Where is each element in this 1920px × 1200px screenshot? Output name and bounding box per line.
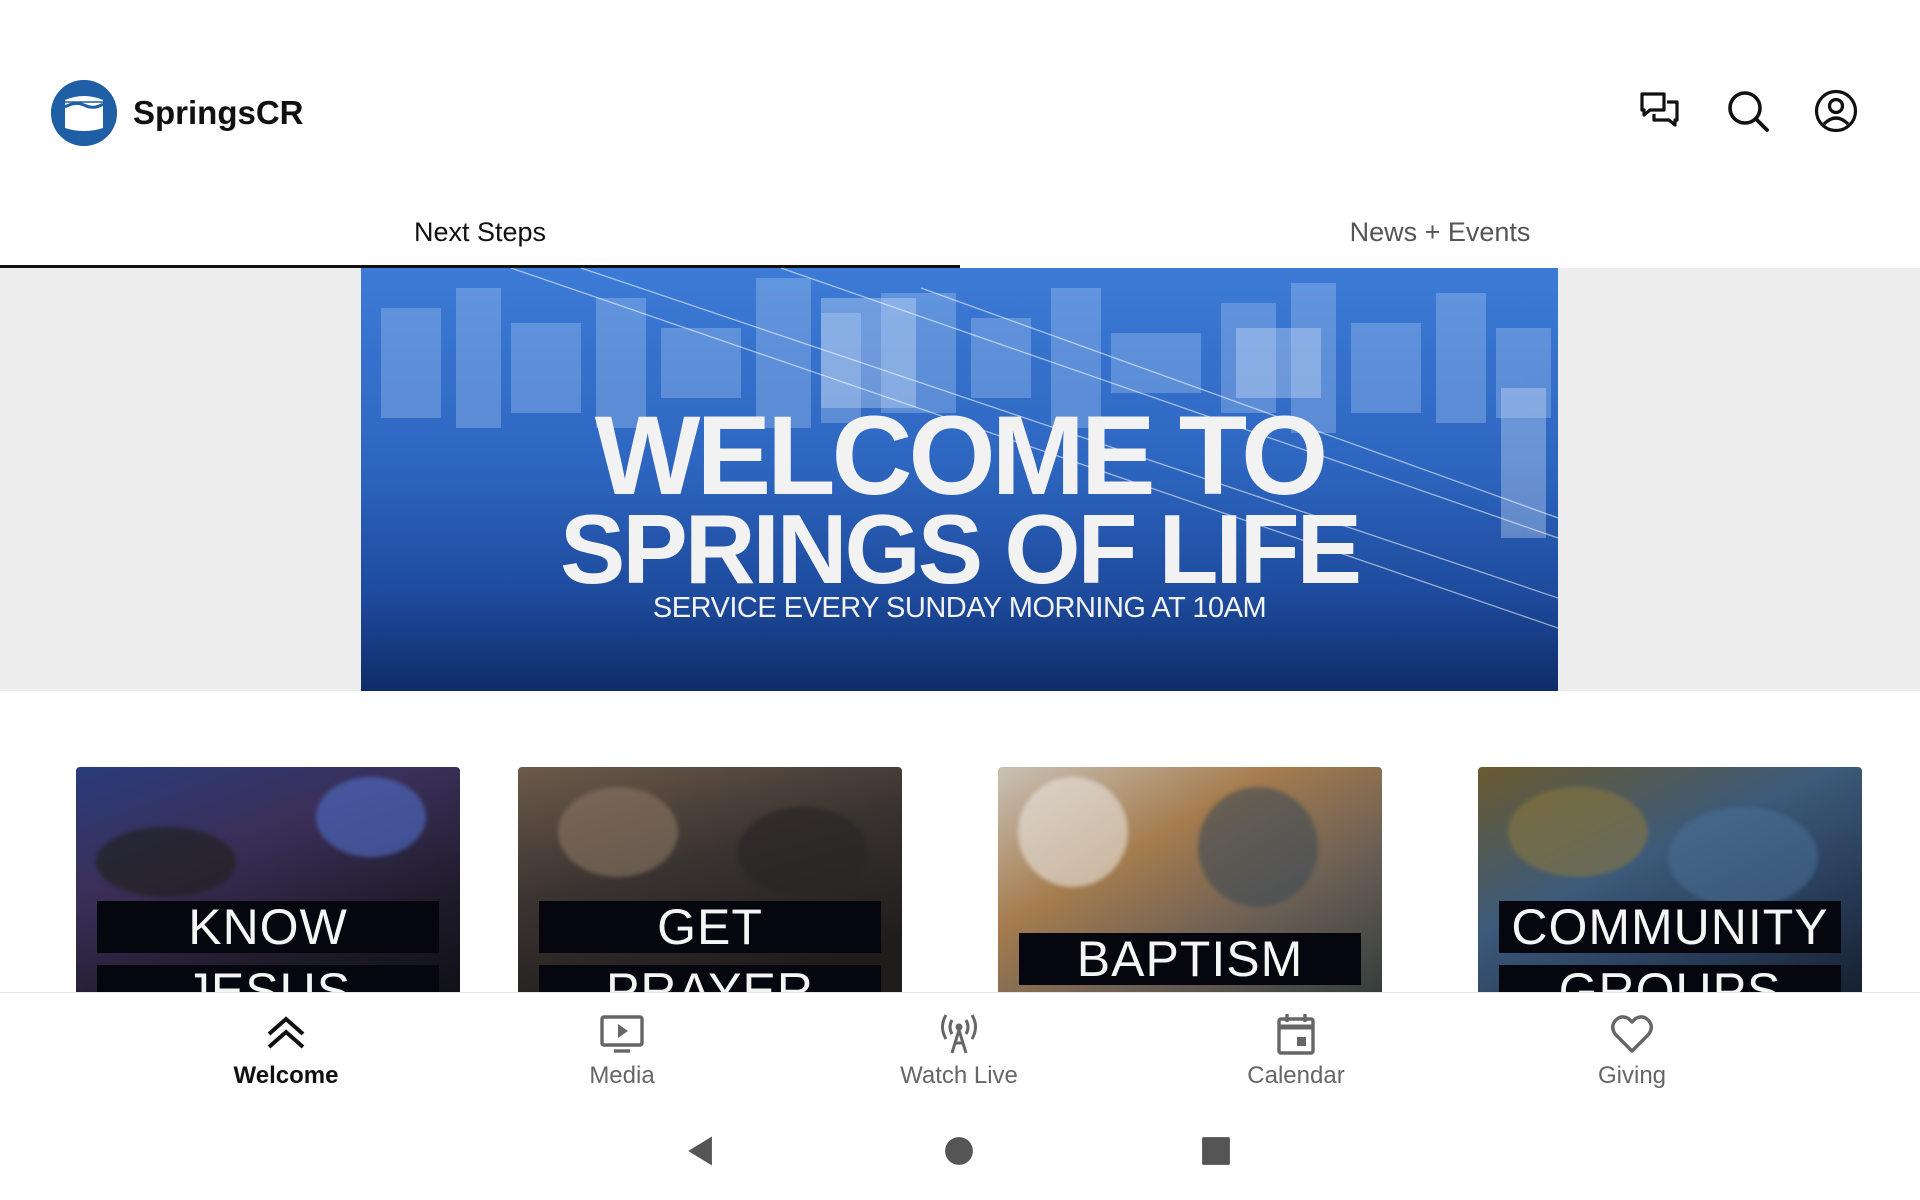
card-community-groups[interactable]: COMMUNITY GROUPS xyxy=(1478,767,1862,992)
heart-icon xyxy=(1611,1015,1653,1053)
card-baptism[interactable]: BAPTISM xyxy=(998,767,1382,992)
card-photo-shade xyxy=(738,807,868,897)
system-back-button[interactable] xyxy=(679,1129,723,1173)
nav-media-label: Media xyxy=(589,1062,655,1089)
app-title: SpringsCR xyxy=(133,94,304,131)
app-bar: SpringsCR xyxy=(0,0,1920,225)
card-label-line2: GROUPS xyxy=(1499,965,1841,992)
nav-calendar-label: Calendar xyxy=(1247,1062,1345,1089)
tab-news-events[interactable]: News + Events xyxy=(960,195,1920,269)
card-photo-shade xyxy=(1668,807,1818,907)
nav-welcome-label: Welcome xyxy=(233,1062,339,1089)
card-photo-shade xyxy=(96,827,236,897)
banner-heading-line1: WELCOME TO xyxy=(594,393,1328,518)
nav-watch-live[interactable]: Watch Live xyxy=(839,993,1079,1096)
card-label-line1: COMMUNITY xyxy=(1499,901,1841,953)
top-tabs: Next Steps News + Events xyxy=(0,195,1920,270)
back-triangle-icon xyxy=(688,1136,712,1166)
chat-icon xyxy=(1640,92,1679,127)
chat-button[interactable] xyxy=(1636,87,1684,135)
system-recents-button[interactable] xyxy=(1194,1129,1238,1173)
card-photo xyxy=(316,777,426,857)
account-button[interactable] xyxy=(1812,87,1860,135)
broadcast-antenna-icon xyxy=(941,1014,977,1054)
bottom-navigation: Welcome Media Watch Live Calendar Giving xyxy=(0,992,1920,1095)
banner-heading-line2: SPRINGS OF LIFE xyxy=(560,494,1362,604)
springs-logo-icon[interactable] xyxy=(51,80,117,146)
card-photo xyxy=(558,787,678,877)
nav-giving-label: Giving xyxy=(1597,1062,1667,1089)
card-label-line1: GET xyxy=(539,901,881,953)
search-button[interactable] xyxy=(1724,87,1772,135)
welcome-banner[interactable]: WELCOME TO SPRINGS OF LIFE SERVICE EVERY… xyxy=(361,268,1558,691)
nav-watch-live-label: Watch Live xyxy=(900,1062,1018,1089)
nav-media[interactable]: Media xyxy=(502,993,742,1096)
tab-next-steps[interactable]: Next Steps xyxy=(0,195,960,270)
tv-play-icon xyxy=(600,1015,644,1053)
home-circle-icon xyxy=(945,1137,973,1165)
card-photo-shade xyxy=(1198,787,1318,907)
nav-giving[interactable]: Giving xyxy=(1512,993,1752,1096)
system-home-button[interactable] xyxy=(937,1129,981,1173)
search-icon xyxy=(1728,91,1769,132)
card-label-line2: JESUS xyxy=(97,965,439,992)
card-know-jesus[interactable]: KNOW JESUS xyxy=(76,767,460,992)
card-photo xyxy=(1508,787,1648,877)
card-label-line2: PRAYER xyxy=(539,965,881,992)
recents-square-icon xyxy=(1202,1137,1230,1165)
calendar-icon xyxy=(1277,1014,1315,1055)
double-chevron-up-icon xyxy=(267,1016,305,1049)
nav-welcome[interactable]: Welcome xyxy=(166,993,406,1096)
nav-calendar[interactable]: Calendar xyxy=(1176,993,1416,1096)
card-get-prayer[interactable]: GET PRAYER xyxy=(518,767,902,992)
system-navigation-bar xyxy=(0,1095,1920,1200)
banner-subtitle: SERVICE EVERY SUNDAY MORNING AT 10AM xyxy=(652,592,1267,624)
next-steps-cards: KNOW JESUS GET PRAYER BAPTISM COMMUNITY … xyxy=(0,767,1920,992)
card-label-line1: KNOW xyxy=(97,901,439,953)
card-photo xyxy=(1018,777,1128,887)
card-label-line1: BAPTISM xyxy=(1019,933,1361,985)
account-icon xyxy=(1814,89,1858,133)
